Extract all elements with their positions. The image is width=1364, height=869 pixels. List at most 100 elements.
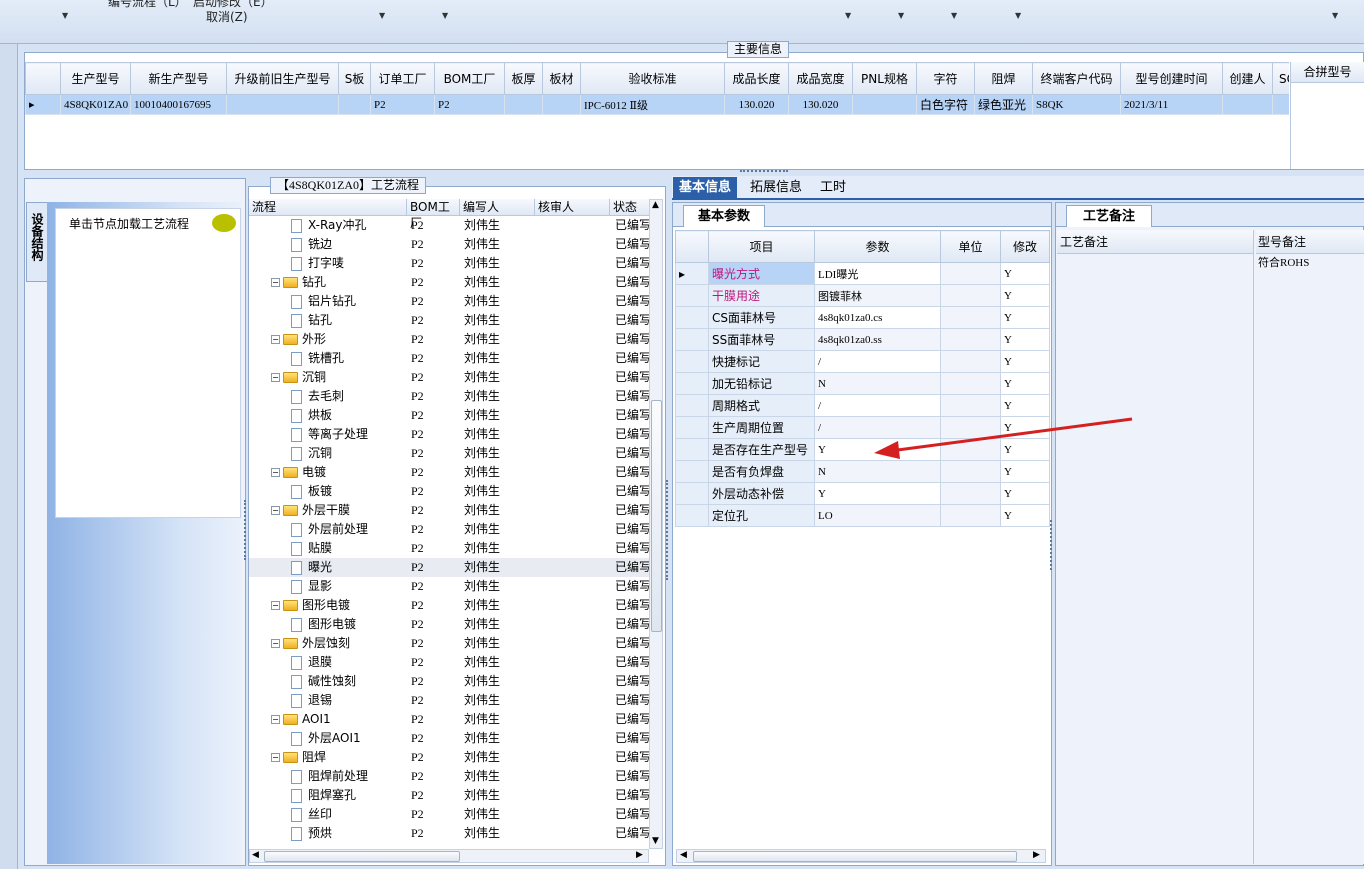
process-tree-row[interactable]: − 外层蚀刻 P2 刘伟生 已编写 bbox=[249, 634, 649, 653]
param-item-cell[interactable]: 是否存在生产型号 bbox=[708, 438, 815, 461]
collapse-toggle-icon[interactable]: − bbox=[271, 278, 280, 287]
tab-device-structure[interactable]: 设备结构 bbox=[26, 202, 47, 282]
col-status[interactable]: 状态 bbox=[610, 199, 649, 216]
param-param-cell[interactable]: 4s8qk01za0.ss bbox=[814, 328, 941, 351]
param-unit-cell[interactable] bbox=[940, 328, 1001, 351]
scroll-down-icon[interactable]: ▼ bbox=[652, 836, 659, 846]
main-col-header[interactable]: BOM工厂 bbox=[434, 62, 505, 95]
param-unit-cell[interactable] bbox=[940, 284, 1001, 307]
main-cell[interactable]: 130.020 bbox=[788, 94, 853, 115]
splitter-grip[interactable] bbox=[1050, 520, 1054, 570]
scroll-left-icon[interactable]: ◀ bbox=[680, 850, 687, 860]
process-tree-row[interactable]: 去毛刺 P2 刘伟生 已编写 bbox=[249, 387, 649, 406]
process-step-cell[interactable]: 退锡 bbox=[291, 691, 332, 710]
process-tree-row[interactable]: − 电镀 P2 刘伟生 已编写 bbox=[249, 463, 649, 482]
main-col-header[interactable]: 板厚 bbox=[504, 62, 543, 95]
param-edit-cell[interactable]: Y bbox=[1000, 328, 1050, 351]
param-item-cell[interactable]: 曝光方式 bbox=[708, 262, 815, 285]
param-row[interactable]: 外层动态补偿 Y Y bbox=[675, 482, 1050, 505]
process-tree-row[interactable]: 碱性蚀刻 P2 刘伟生 已编写 bbox=[249, 672, 649, 691]
param-row[interactable]: CS面菲林号 4s8qk01za0.cs Y bbox=[675, 306, 1050, 329]
row-indicator[interactable] bbox=[675, 284, 709, 307]
toolbar-cancel-button[interactable]: 取消(Z) bbox=[206, 8, 248, 25]
process-step-cell[interactable]: 贴膜 bbox=[291, 539, 332, 558]
main-col-header[interactable]: 成品长度 bbox=[724, 62, 789, 95]
process-step-cell[interactable]: − 钻孔 bbox=[271, 273, 326, 292]
collapse-toggle-icon[interactable]: − bbox=[271, 601, 280, 610]
row-indicator[interactable] bbox=[675, 482, 709, 505]
process-step-cell[interactable]: 去毛刺 bbox=[291, 387, 344, 406]
chevron-down-icon[interactable]: ▼ bbox=[845, 11, 851, 20]
subtab-basic-params[interactable]: 基本参数 bbox=[683, 205, 766, 227]
scroll-right-icon[interactable]: ▶ bbox=[636, 850, 643, 860]
scroll-thumb[interactable] bbox=[651, 400, 662, 632]
main-col-header[interactable]: 字符 bbox=[916, 62, 975, 95]
process-step-cell[interactable]: 外层前处理 bbox=[291, 520, 368, 539]
scroll-thumb[interactable] bbox=[693, 851, 1017, 862]
tab-work-hours[interactable]: 工时 bbox=[814, 177, 852, 199]
scroll-up-icon[interactable]: ▲ bbox=[652, 200, 659, 210]
process-step-cell[interactable]: 曝光 bbox=[291, 558, 332, 577]
param-unit-cell[interactable] bbox=[940, 482, 1001, 505]
main-col-header[interactable]: PNL规格 bbox=[852, 62, 917, 95]
process-tree-row[interactable]: 钻孔 P2 刘伟生 已编写 bbox=[249, 311, 649, 330]
main-cell[interactable]: IPC-6012 Ⅱ级 bbox=[580, 94, 725, 115]
process-tree-row[interactable]: − 沉铜 P2 刘伟生 已编写 bbox=[249, 368, 649, 387]
param-row[interactable]: 定位孔 LO Y bbox=[675, 504, 1050, 527]
main-col-header[interactable]: 验收标准 bbox=[580, 62, 725, 95]
merge-model-header[interactable]: 合拼型号 bbox=[1291, 62, 1364, 83]
process-step-cell[interactable]: − 图形电镀 bbox=[271, 596, 350, 615]
main-col-header[interactable]: 生产型号 bbox=[60, 62, 131, 95]
process-tree-row[interactable]: 图形电镀 P2 刘伟生 已编写 bbox=[249, 615, 649, 634]
collapse-toggle-icon[interactable]: − bbox=[271, 335, 280, 344]
process-step-cell[interactable]: 钻孔 bbox=[291, 311, 332, 330]
main-cell[interactable]: 绿色亚光 bbox=[974, 94, 1033, 115]
col-writer[interactable]: 编写人 bbox=[460, 199, 535, 216]
param-col-header[interactable]: 项目 bbox=[708, 230, 815, 263]
process-tree-row[interactable]: − 外形 P2 刘伟生 已编写 bbox=[249, 330, 649, 349]
collapse-toggle-icon[interactable]: − bbox=[271, 373, 280, 382]
param-unit-cell[interactable] bbox=[940, 350, 1001, 373]
param-param-cell[interactable]: LDI曝光 bbox=[814, 262, 941, 285]
main-cell[interactable] bbox=[1222, 94, 1273, 115]
main-col-header[interactable]: 创建人 bbox=[1222, 62, 1273, 95]
main-cell[interactable] bbox=[542, 94, 581, 115]
tree-vertical-scrollbar[interactable]: ▲ ▼ bbox=[649, 199, 663, 849]
toolbar-item-flow[interactable]: 编号流程（L） bbox=[108, 0, 187, 10]
param-item-cell[interactable]: 是否有负焊盘 bbox=[708, 460, 815, 483]
main-cell[interactable]: P2 bbox=[370, 94, 435, 115]
main-col-header[interactable]: 型号创建时间 bbox=[1120, 62, 1223, 95]
tab-basic-info[interactable]: 基本信息 bbox=[673, 177, 738, 199]
param-item-cell[interactable]: 加无铅标记 bbox=[708, 372, 815, 395]
param-param-cell[interactable]: / bbox=[814, 350, 941, 373]
collapse-toggle-icon[interactable]: − bbox=[271, 639, 280, 648]
process-step-cell[interactable]: X-Ray冲孔 bbox=[291, 216, 366, 235]
process-step-cell[interactable]: 图形电镀 bbox=[291, 615, 356, 634]
process-step-cell[interactable]: − 外层蚀刻 bbox=[271, 634, 350, 653]
param-edit-cell[interactable]: Y bbox=[1000, 372, 1050, 395]
main-cell[interactable] bbox=[338, 94, 371, 115]
process-tree-row[interactable]: 铣边 P2 刘伟生 已编写 bbox=[249, 235, 649, 254]
splitter-grip[interactable] bbox=[740, 170, 788, 174]
param-edit-cell[interactable]: Y bbox=[1000, 482, 1050, 505]
process-step-cell[interactable]: − 电镀 bbox=[271, 463, 326, 482]
process-step-cell[interactable]: 沉铜 bbox=[291, 444, 332, 463]
main-col-header[interactable]: 阻焊 bbox=[974, 62, 1033, 95]
process-tree-row[interactable]: − 钻孔 P2 刘伟生 已编写 bbox=[249, 273, 649, 292]
col-reviewer[interactable]: 核审人 bbox=[535, 199, 610, 216]
row-indicator[interactable] bbox=[675, 416, 709, 439]
process-tree-row[interactable]: − 外层干膜 P2 刘伟生 已编写 bbox=[249, 501, 649, 520]
chevron-down-icon[interactable]: ▼ bbox=[1015, 11, 1021, 20]
param-item-cell[interactable]: 周期格式 bbox=[708, 394, 815, 417]
param-item-cell[interactable]: SS面菲林号 bbox=[708, 328, 815, 351]
process-tree-row[interactable]: 贴膜 P2 刘伟生 已编写 bbox=[249, 539, 649, 558]
param-item-cell[interactable]: CS面菲林号 bbox=[708, 306, 815, 329]
param-edit-cell[interactable]: Y bbox=[1000, 306, 1050, 329]
param-param-cell[interactable]: LO bbox=[814, 504, 941, 527]
param-edit-cell[interactable]: Y bbox=[1000, 284, 1050, 307]
process-step-cell[interactable]: − 沉铜 bbox=[271, 368, 326, 387]
process-tree-row[interactable]: 烘板 P2 刘伟生 已编写 bbox=[249, 406, 649, 425]
process-tree-row[interactable]: 外层AOI1 P2 刘伟生 已编写 bbox=[249, 729, 649, 748]
params-horizontal-scrollbar[interactable]: ◀ ▶ bbox=[676, 849, 1046, 863]
main-col-header[interactable]: 新生产型号 bbox=[130, 62, 227, 95]
